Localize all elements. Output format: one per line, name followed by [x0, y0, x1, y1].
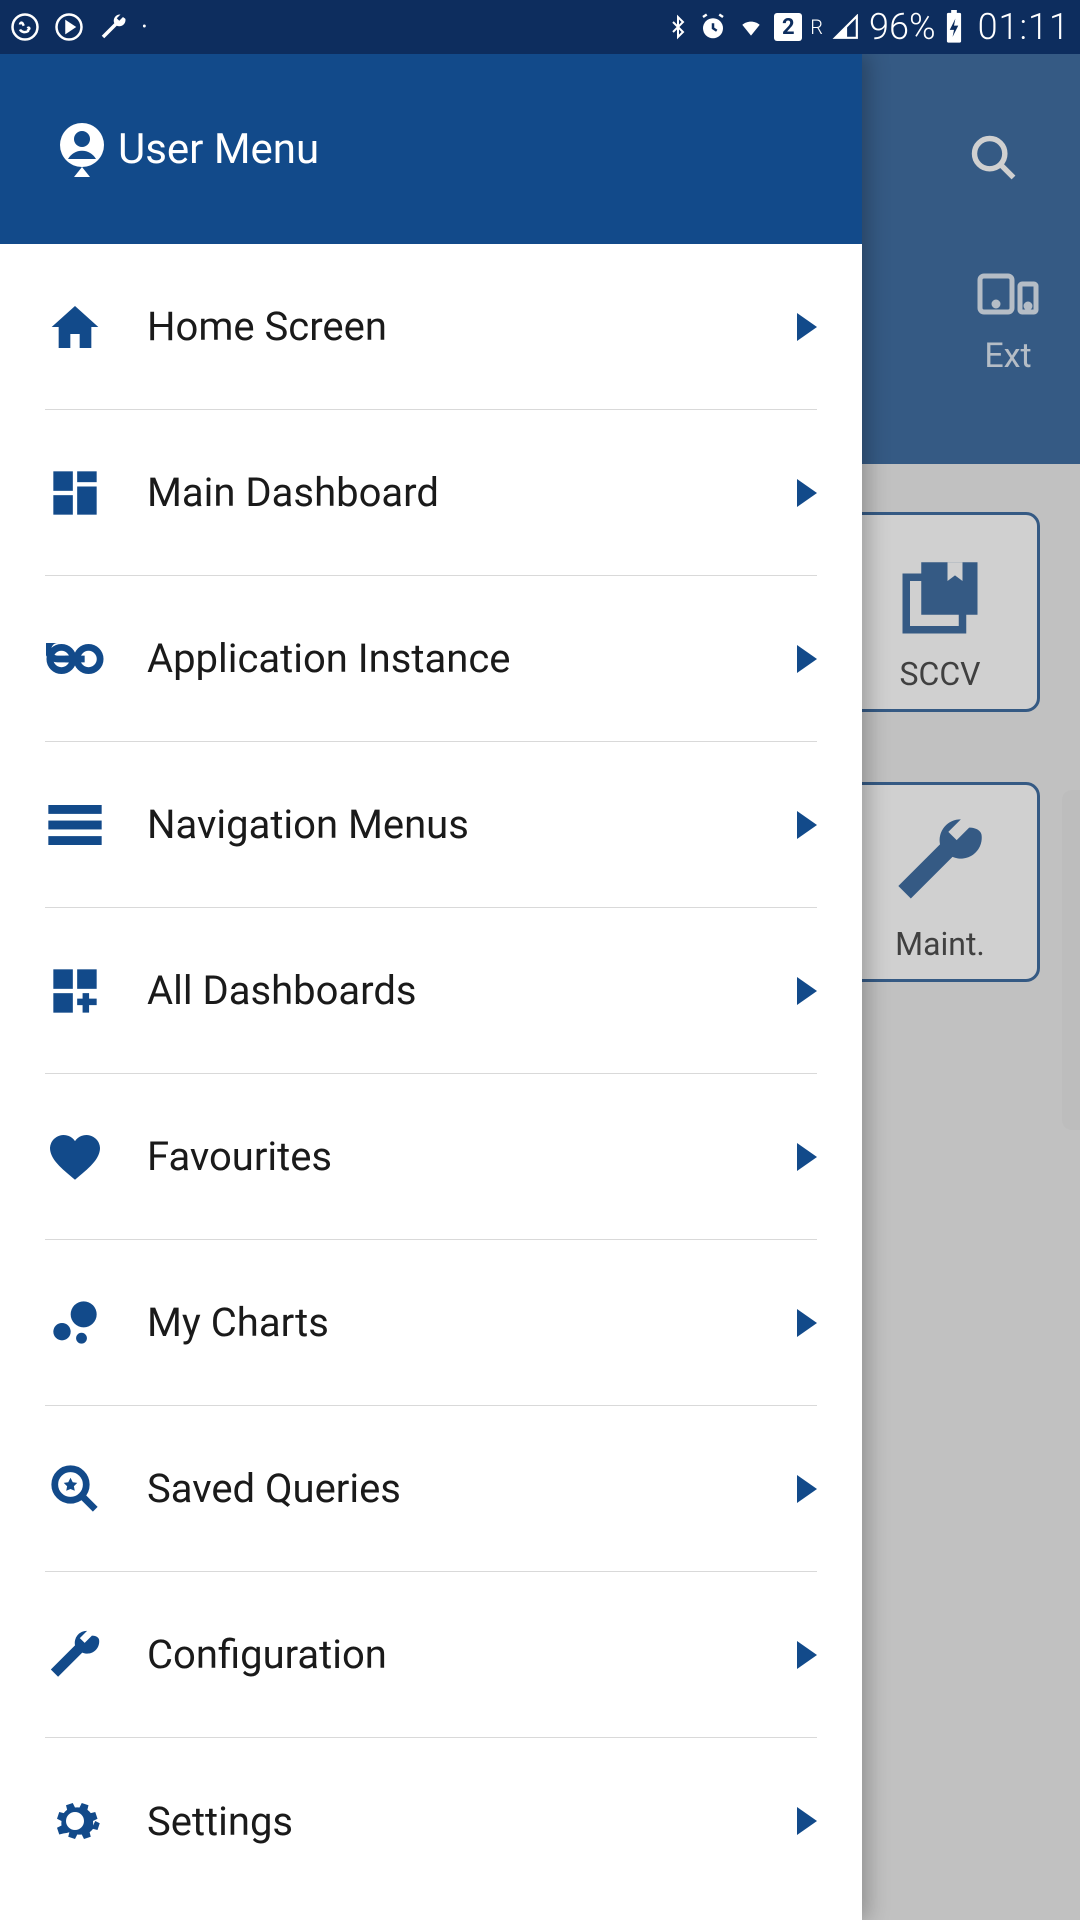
chevron-right-icon	[797, 811, 817, 839]
chevron-right-icon	[797, 645, 817, 673]
battery-percentage: 96%	[869, 6, 936, 48]
menu-label: Application Instance	[147, 635, 511, 682]
user-pin-icon	[56, 121, 108, 177]
menu-settings[interactable]: Settings	[45, 1738, 817, 1904]
dot-icon: •	[142, 19, 147, 35]
alarm-icon	[698, 12, 728, 42]
menu-favourites[interactable]: Favourites	[45, 1074, 817, 1240]
chevron-right-icon	[797, 479, 817, 507]
menu-label: Settings	[147, 1798, 293, 1845]
menu-all-dashboards[interactable]: All Dashboards	[45, 908, 817, 1074]
battery-charging-icon	[944, 10, 964, 44]
home-icon	[45, 297, 105, 357]
chevron-right-icon	[797, 1641, 817, 1669]
scroll-indicator[interactable]	[1062, 790, 1080, 1130]
chevron-right-icon	[797, 1143, 817, 1171]
signal-roaming-icon: R	[810, 17, 823, 37]
chevron-right-icon	[797, 1807, 817, 1835]
menu-my-charts[interactable]: My Charts	[45, 1240, 817, 1406]
menu-home-screen[interactable]: Home Screen	[45, 244, 817, 410]
search-star-icon	[45, 1459, 105, 1519]
wrench-icon	[45, 1625, 105, 1685]
menu-saved-queries[interactable]: Saved Queries	[45, 1406, 817, 1572]
drawer-list: Home Screen Main Dashboard Application I…	[0, 244, 862, 1920]
menu-configuration[interactable]: Configuration	[45, 1572, 817, 1738]
menu-label: Main Dashboard	[147, 469, 439, 516]
menu-label: Saved Queries	[147, 1465, 401, 1512]
bluetooth-icon	[666, 12, 690, 42]
whatsapp-icon	[10, 12, 40, 42]
menu-label: Favourites	[147, 1133, 332, 1180]
wrench-status-icon	[98, 12, 128, 42]
sim-badge: 2	[774, 13, 802, 41]
dashboard-icon	[45, 463, 105, 523]
signal-icon	[831, 14, 861, 40]
play-circle-icon	[54, 12, 84, 42]
menu-application-instance[interactable]: Application Instance	[45, 576, 817, 742]
wifi-icon	[736, 14, 766, 40]
dashboard-add-icon	[45, 961, 105, 1021]
menu-navigation-menus[interactable]: Navigation Menus	[45, 742, 817, 908]
menu-label: Home Screen	[147, 303, 387, 350]
chevron-right-icon	[797, 1475, 817, 1503]
chevron-right-icon	[797, 313, 817, 341]
menu-main-dashboard[interactable]: Main Dashboard	[45, 410, 817, 576]
menu-label: All Dashboards	[147, 967, 417, 1014]
drawer-title: User Menu	[118, 125, 319, 174]
menu-label: Navigation Menus	[147, 801, 469, 848]
status-bar: • 2 R 96% 01:11	[0, 0, 1080, 54]
status-right: 2 R 96% 01:11	[666, 6, 1070, 48]
status-left: •	[10, 12, 147, 42]
menu-label: My Charts	[147, 1299, 329, 1346]
bubble-chart-icon	[45, 1293, 105, 1353]
menu-icon	[45, 795, 105, 855]
menu-label: Configuration	[147, 1631, 387, 1678]
chevron-right-icon	[797, 977, 817, 1005]
heart-icon	[45, 1127, 105, 1187]
link-icon	[45, 629, 105, 689]
gear-icon	[45, 1791, 105, 1851]
chevron-right-icon	[797, 1309, 817, 1337]
clock-time: 01:11	[978, 6, 1070, 48]
user-menu-drawer: User Menu Home Screen Main Dashboard App…	[0, 54, 862, 1920]
drawer-header: User Menu	[0, 54, 862, 244]
